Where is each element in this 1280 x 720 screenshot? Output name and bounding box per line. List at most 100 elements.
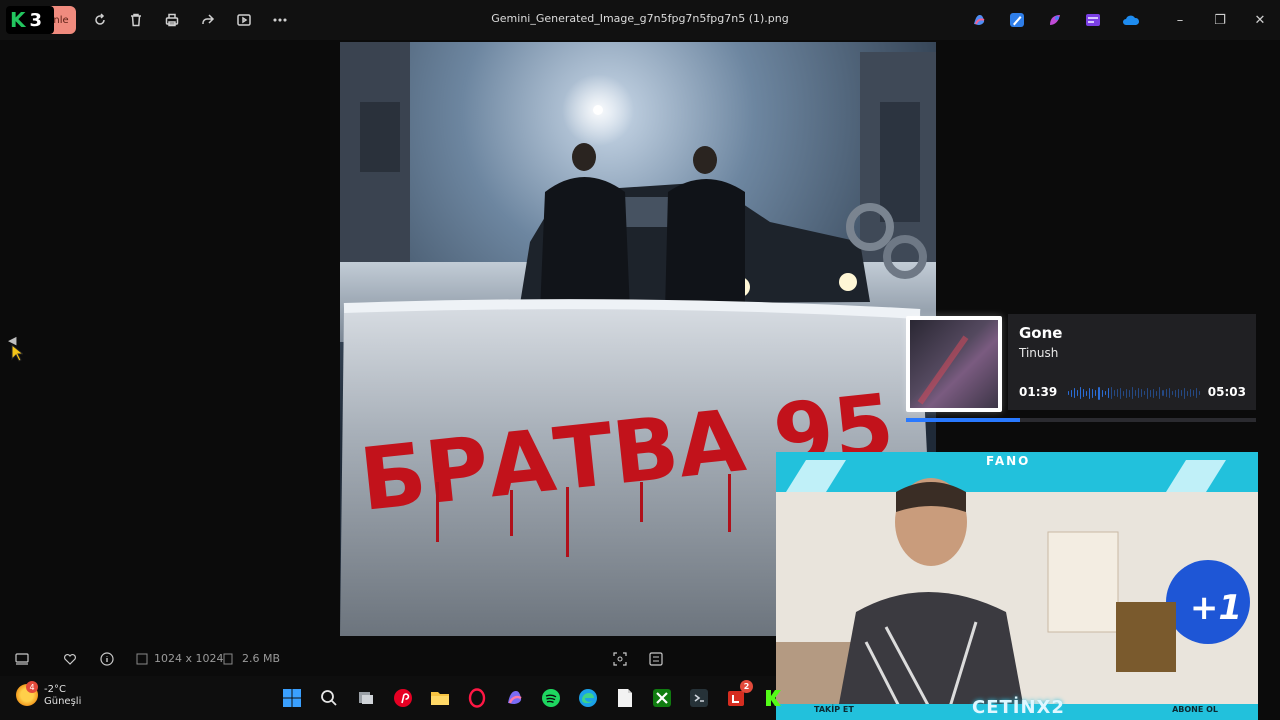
app-shortcuts (968, 10, 1142, 30)
waveform-bar (1092, 388, 1094, 398)
image-dimensions: 1024 x 1024 (154, 652, 224, 665)
edge-icon[interactable] (576, 686, 600, 710)
waveform-bar (1074, 388, 1076, 398)
dimensions-icon (134, 651, 150, 667)
waveform-bar (1095, 390, 1097, 396)
waveform-bar (1174, 389, 1176, 397)
actual-size-icon[interactable] (648, 651, 664, 667)
window-controls: – ❐ ✕ (1160, 6, 1280, 34)
waveform-bar (1159, 387, 1161, 399)
waveform-bar (1128, 389, 1130, 397)
now-playing-widget: Gone Tinush 01:39 05:03 (904, 314, 1256, 426)
file-size-icon (220, 651, 236, 667)
designer-icon[interactable] (1044, 10, 1066, 30)
waveform-bar (1113, 390, 1115, 396)
taskbar-apps: 2 (280, 680, 785, 710)
webcam-feed (776, 452, 1258, 720)
waveform-bar (1080, 387, 1082, 399)
album-art-image (910, 320, 998, 408)
mouse-cursor-icon (11, 343, 25, 362)
zoom-fit-icon[interactable] (612, 651, 628, 667)
info-icon[interactable] (99, 651, 115, 667)
vs-code-icon[interactable] (687, 686, 711, 710)
favorite-icon[interactable] (62, 651, 78, 667)
spotify-icon[interactable] (539, 686, 563, 710)
copilot-taskbar-icon[interactable] (502, 686, 526, 710)
waveform-bar (1171, 391, 1173, 395)
pinterest-icon[interactable] (391, 686, 415, 710)
waveform-bar (1195, 388, 1198, 398)
waveform-bar (1156, 390, 1158, 396)
temperature: -2°C (44, 684, 66, 695)
filmstrip-icon[interactable] (14, 651, 30, 667)
album-cover (906, 316, 1002, 412)
subscribe-label: ABONE OL (1172, 705, 1218, 714)
waveform-bar (1153, 388, 1155, 398)
waveform-bar (1101, 389, 1103, 397)
audio-waveform (1068, 386, 1201, 400)
task-view-icon[interactable] (354, 686, 378, 710)
waveform-bar (1150, 389, 1152, 397)
weather-widget[interactable]: 4 -2°C Güneşli (16, 681, 82, 708)
mail-badge: 2 (740, 680, 753, 693)
channel-name: CETİNX2 (972, 697, 1065, 718)
weather-badge: 4 (26, 681, 38, 693)
waveform-bar (1071, 389, 1073, 397)
waveform-bar (1199, 391, 1201, 395)
waveform-bar (1162, 390, 1164, 396)
photos-app-window: K 3 nle Gemini_Generated_Image_g7n5fpg7n… (0, 0, 1280, 720)
xbox-icon[interactable] (650, 686, 674, 710)
now-playing-info: Gone Tinush 01:39 05:03 (1008, 314, 1256, 410)
waveform-bar (1144, 391, 1146, 395)
copilot-icon[interactable] (968, 10, 990, 30)
waveform-bar (1180, 390, 1182, 396)
close-button[interactable]: ✕ (1240, 6, 1280, 34)
waveform-bar (1119, 387, 1121, 399)
weather-condition: Güneşli (44, 696, 82, 707)
opera-gx-icon[interactable] (465, 686, 489, 710)
waveform-bar (1186, 390, 1188, 396)
waveform-bar (1192, 390, 1194, 396)
maximize-button[interactable]: ❐ (1200, 6, 1240, 34)
waveform-bar (1177, 388, 1179, 398)
waveform-bar (1165, 389, 1167, 397)
clipchamp-icon[interactable] (1082, 10, 1104, 30)
waveform-bar (1135, 390, 1137, 396)
search-icon[interactable] (317, 686, 341, 710)
song-title: Gone (1019, 324, 1063, 342)
waveform-bar (1110, 387, 1112, 399)
onedrive-icon[interactable] (1120, 10, 1142, 30)
waveform-bar (1141, 389, 1143, 397)
file-explorer-icon[interactable] (428, 686, 452, 710)
waveform-bar (1104, 391, 1106, 395)
song-progress-bar (906, 418, 1256, 422)
plus-one-badge: +1 (1189, 588, 1242, 628)
waveform-bar (1083, 389, 1085, 397)
paint-icon[interactable] (1006, 10, 1028, 30)
waveform-bar (1168, 388, 1170, 398)
waveform-bar (1122, 390, 1124, 396)
waveform-bar (1107, 388, 1109, 398)
windows-start-icon[interactable] (280, 686, 304, 710)
waveform-bar (1077, 390, 1079, 396)
waveform-bar (1098, 386, 1100, 400)
title-bar: K 3 nle Gemini_Generated_Image_g7n5fpg7n… (0, 0, 1280, 40)
windows-taskbar: 4 -2°C Güneşli 2 (0, 676, 781, 720)
mail-app-icon[interactable]: 2 (724, 680, 753, 710)
song-progress-fill (906, 418, 1021, 422)
song-artist: Tinush (1019, 346, 1059, 360)
notepad-icon[interactable] (613, 686, 637, 710)
kick-taskbar-icon[interactable] (761, 686, 785, 710)
waveform-bar (1138, 388, 1140, 398)
webcam-overlay: FANO +1 TAKİP ET CETİNX2 ABONE OL (776, 452, 1258, 720)
minimize-button[interactable]: – (1160, 6, 1200, 34)
waveform-bar (1131, 387, 1134, 399)
waveform-bar (1116, 389, 1118, 397)
waveform-bar (1125, 388, 1127, 398)
waveform-bar (1089, 387, 1091, 399)
image-info-bar: 1024 x 1024 2.6 MB (0, 644, 776, 674)
total-time: 05:03 (1207, 385, 1246, 399)
waveform-bar (1183, 387, 1185, 399)
waveform-bar (1068, 391, 1070, 395)
waveform-bar (1147, 387, 1149, 399)
